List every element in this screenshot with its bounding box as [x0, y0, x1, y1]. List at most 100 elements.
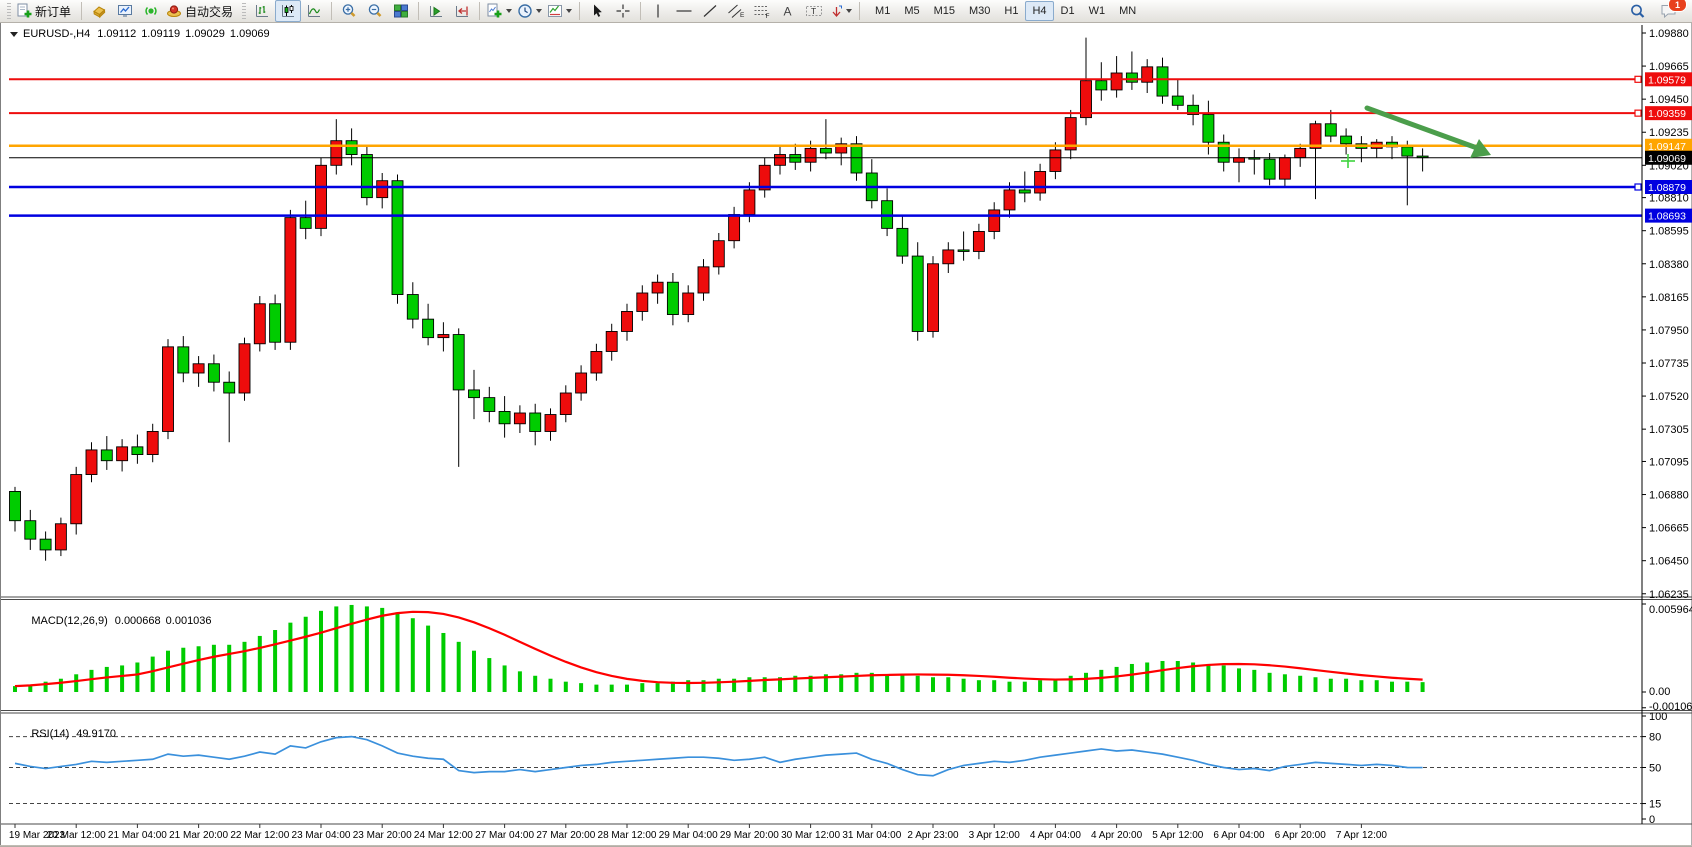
- chat-notification-badge: 1: [1668, 0, 1687, 12]
- crosshair-button[interactable]: [610, 0, 636, 22]
- zoom-in-button[interactable]: [336, 0, 362, 22]
- svg-text:1.09880: 1.09880: [1649, 28, 1689, 40]
- timeframe-d1[interactable]: D1: [1054, 1, 1082, 21]
- svg-text:1.07520: 1.07520: [1649, 391, 1689, 403]
- vertical-line-button[interactable]: [645, 0, 671, 22]
- timeframe-m5[interactable]: M5: [897, 1, 926, 21]
- market-watch-icon: [91, 3, 107, 19]
- auto-scroll-button[interactable]: [423, 0, 449, 22]
- candles-layer: [10, 38, 1429, 561]
- svg-text:1.09450: 1.09450: [1649, 94, 1689, 106]
- templates-icon: [547, 3, 563, 19]
- svg-text:29 Mar 04:00: 29 Mar 04:00: [659, 830, 718, 841]
- periods-clock-icon: [517, 3, 533, 19]
- svg-text:21 Mar 20:00: 21 Mar 20:00: [169, 830, 228, 841]
- equidistant-channel-button[interactable]: E: [723, 0, 749, 22]
- svg-text:1.09020: 1.09020: [1649, 160, 1689, 172]
- timeframe-h4[interactable]: H4: [1025, 1, 1053, 21]
- svg-text:F: F: [766, 13, 770, 19]
- rsi-panel: 1008050150: [9, 711, 1667, 826]
- svg-text:2 Apr 23:00: 2 Apr 23:00: [907, 830, 959, 841]
- svg-text:15: 15: [1649, 799, 1661, 811]
- timeframe-w1[interactable]: W1: [1082, 1, 1113, 21]
- autotrading-button[interactable]: 自动交易: [164, 0, 239, 22]
- svg-text:28 Mar 12:00: 28 Mar 12:00: [598, 830, 657, 841]
- fibonacci-button[interactable]: F: [749, 0, 775, 22]
- cursor-button[interactable]: [584, 0, 610, 22]
- ohlc-open: 1.09112: [97, 28, 136, 40]
- trendline-button[interactable]: [697, 0, 723, 22]
- periods-button[interactable]: [515, 0, 545, 22]
- svg-text:1.06665: 1.06665: [1649, 523, 1689, 535]
- candlestick-chart-icon: [280, 3, 296, 19]
- new-order-button[interactable]: 新订单: [14, 0, 77, 22]
- svg-text:30 Mar 12:00: 30 Mar 12:00: [781, 830, 840, 841]
- vertical-line-icon: [651, 3, 665, 19]
- bar-chart-button[interactable]: [249, 0, 275, 22]
- svg-text:27 Mar 04:00: 27 Mar 04:00: [475, 830, 534, 841]
- svg-text:31 Mar 04:00: 31 Mar 04:00: [842, 830, 901, 841]
- tile-windows-button[interactable]: [388, 0, 414, 22]
- rsi-indicator-label: RSI(14)49.9170: [13, 716, 116, 752]
- macd-indicator-label: MACD(12,26,9)0.0006680.001036: [13, 603, 212, 639]
- panel-separators[interactable]: [1, 597, 1692, 824]
- timeframe-group: M1M5M15M30H1H4D1W1MN: [868, 1, 1143, 21]
- new-chart-icon: [486, 3, 503, 19]
- chart-shift-button[interactable]: [449, 0, 475, 22]
- text-label-icon: T: [805, 3, 823, 19]
- mt4-terminal: { "toolbar": { "new_order_label": "新订单",…: [0, 0, 1692, 847]
- timeframe-h1[interactable]: H1: [997, 1, 1025, 21]
- svg-text:80: 80: [1649, 732, 1661, 744]
- chart-window[interactable]: 0.0059640.00-0.00106910080501501.095791.…: [0, 23, 1692, 845]
- signals-button[interactable]: [138, 0, 164, 22]
- chat-button[interactable]: 1: [1656, 0, 1682, 22]
- annotations[interactable]: [1341, 108, 1491, 168]
- zoom-out-icon: [367, 3, 383, 19]
- data-window-icon: [117, 3, 133, 19]
- text-button[interactable]: A: [775, 0, 801, 22]
- toolbar-grip[interactable]: [7, 3, 11, 19]
- line-chart-button[interactable]: [301, 0, 327, 22]
- svg-text:1.06880: 1.06880: [1649, 490, 1689, 502]
- svg-text:1.09359: 1.09359: [1648, 108, 1686, 120]
- data-window-button[interactable]: [112, 0, 138, 22]
- svg-text:100: 100: [1649, 711, 1667, 723]
- arrows-button[interactable]: [827, 0, 855, 22]
- new-chart-button[interactable]: [484, 0, 515, 22]
- ohlc-high: 1.09119: [141, 28, 180, 40]
- time-axis[interactable]: 19 Mar 202320 Mar 12:0021 Mar 04:0021 Ma…: [9, 824, 1387, 841]
- chart-title: EURUSD-,H4 1.09112 1.09119 1.09029 1.090…: [10, 28, 270, 40]
- svg-text:0.00: 0.00: [1649, 686, 1670, 698]
- timeframe-m15[interactable]: M15: [927, 1, 962, 21]
- timeframe-m30[interactable]: M30: [962, 1, 997, 21]
- horizontal-line-objects[interactable]: [9, 76, 1642, 215]
- horizontal-line-button[interactable]: [671, 0, 697, 22]
- cursor-icon: [589, 3, 605, 19]
- search-button[interactable]: [1624, 0, 1650, 22]
- timeframe-m1[interactable]: M1: [868, 1, 897, 21]
- svg-text:0.005964: 0.005964: [1649, 604, 1692, 616]
- svg-text:22 Mar 12:00: 22 Mar 12:00: [230, 830, 289, 841]
- fibonacci-icon: F: [753, 3, 771, 19]
- market-watch-button[interactable]: [86, 0, 112, 22]
- svg-text:1.07095: 1.07095: [1649, 456, 1689, 468]
- line-chart-icon: [306, 3, 322, 19]
- main-toolbar: 新订单: [0, 0, 1692, 23]
- svg-text:4 Apr 04:00: 4 Apr 04:00: [1030, 830, 1082, 841]
- text-label-button[interactable]: T: [801, 0, 827, 22]
- trendline-icon: [702, 3, 718, 19]
- search-icon: [1629, 3, 1646, 20]
- svg-text:27 Mar 20:00: 27 Mar 20:00: [536, 830, 595, 841]
- candlestick-chart-button[interactable]: [275, 0, 301, 22]
- svg-text:1.07305: 1.07305: [1649, 424, 1689, 436]
- chart-svg[interactable]: 0.0059640.00-0.00106910080501501.095791.…: [1, 23, 1692, 845]
- chart-title-dropdown-icon[interactable]: [10, 32, 18, 37]
- zoom-out-button[interactable]: [362, 0, 388, 22]
- ohlc-close: 1.09069: [230, 28, 270, 40]
- svg-text:6 Apr 20:00: 6 Apr 20:00: [1275, 830, 1327, 841]
- templates-button[interactable]: [545, 0, 575, 22]
- svg-text:3 Apr 12:00: 3 Apr 12:00: [969, 830, 1021, 841]
- arrows-caret: [846, 9, 852, 13]
- timeframe-mn[interactable]: MN: [1112, 1, 1143, 21]
- svg-text:50: 50: [1649, 763, 1661, 775]
